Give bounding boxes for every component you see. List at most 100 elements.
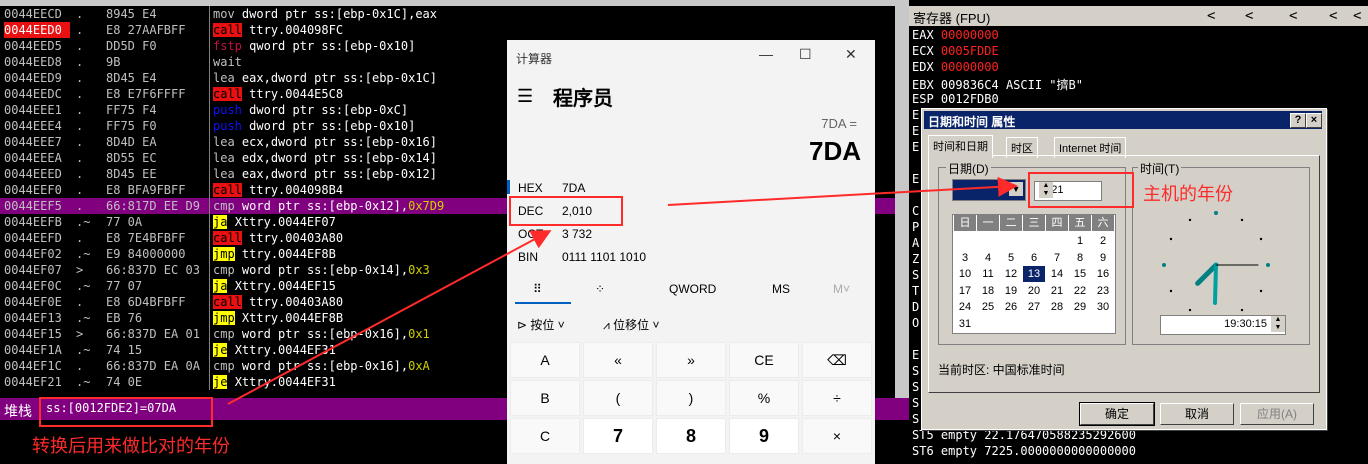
calc-key[interactable]: 7 xyxy=(583,418,653,454)
spinner-arrows-icon[interactable]: ▲ ▼ xyxy=(1271,316,1285,332)
calendar-day[interactable]: 11 xyxy=(977,266,999,282)
register-line[interactable]: EBX 009836C4 ASCII "擠B" xyxy=(912,76,1083,93)
tab-datetime[interactable]: 时间和日期 xyxy=(928,135,993,158)
calendar-day[interactable]: 20 xyxy=(1023,283,1045,299)
cancel-button[interactable]: 取消 xyxy=(1160,403,1234,425)
calendar-day[interactable]: 7 xyxy=(1046,250,1068,266)
tab-underline xyxy=(515,302,571,304)
current-timezone: 当前时区: 中国标准时间 xyxy=(938,363,1065,377)
clock-tick xyxy=(1162,263,1166,267)
minimize-icon[interactable]: — xyxy=(759,46,773,62)
disasm-row[interactable]: 0044EECD. 8945 E4 mov dword ptr ss:[ebp-0x… xyxy=(0,6,895,22)
calculator-window[interactable]: 计算器 — ☐ ✕ ☰ 程序员 7DA = 7DA HEX 7DA DEC 2,010… xyxy=(507,40,875,464)
calendar-day[interactable]: 18 xyxy=(977,283,999,299)
calc-key[interactable]: ⌫ xyxy=(802,342,872,378)
calendar-day[interactable]: 1 xyxy=(1069,233,1091,249)
ok-button[interactable]: 确定 xyxy=(1079,402,1155,426)
calendar-day[interactable]: 27 xyxy=(1023,299,1045,315)
calc-key[interactable]: % xyxy=(729,380,799,416)
calendar-day[interactable]: 24 xyxy=(954,299,976,315)
register-nav-arrow-icon[interactable]: < xyxy=(1289,8,1297,24)
bitwise-dropdown[interactable]: ⊳ 按位 ˅ xyxy=(517,316,565,333)
tab-qword[interactable]: QWORD xyxy=(669,282,716,296)
disasm-operand-imm: 0x3 xyxy=(408,263,430,277)
maximize-icon[interactable]: ☐ xyxy=(799,46,812,63)
calc-key[interactable]: CE xyxy=(729,342,799,378)
fpu-register-line[interactable]: ST6 empty 7225.0000000000000000 xyxy=(912,444,1136,458)
calc-key[interactable]: 9 xyxy=(729,418,799,454)
close-icon[interactable]: ✕ xyxy=(845,46,857,63)
disasm-operands: ecx,dword ptr ss:[ebp-0x16] xyxy=(241,135,437,149)
calendar-day[interactable]: 31 xyxy=(954,316,976,332)
disasm-bytes: FF75 F0 xyxy=(106,119,157,133)
register-line[interactable]: ECX 0005FDDE xyxy=(912,44,999,58)
bitshift-dropdown[interactable]: ⩘ 位移位 ˅ xyxy=(603,316,659,333)
calendar-day[interactable]: 13 xyxy=(1023,266,1045,282)
calendar-day[interactable]: 9 xyxy=(1092,250,1114,266)
hamburger-menu-icon[interactable]: ☰ xyxy=(517,86,533,107)
calendar-day[interactable]: 5 xyxy=(1000,250,1022,266)
calc-key[interactable]: B xyxy=(510,380,580,416)
calendar-day[interactable]: 23 xyxy=(1092,283,1114,299)
calendar-day[interactable]: 2 xyxy=(1092,233,1114,249)
register-line[interactable]: EDX 00000000 xyxy=(912,60,999,74)
calendar-day[interactable]: 28 xyxy=(1046,299,1068,315)
calendar-day[interactable]: 15 xyxy=(1069,266,1091,282)
calendar-day[interactable]: 10 xyxy=(954,266,976,282)
disasm-instruction: call ttry.00403A80 xyxy=(213,294,343,310)
time-spinner[interactable]: 19:30:15 ▲ ▼ xyxy=(1160,315,1286,335)
register-nav-arrow-icon[interactable]: < xyxy=(1207,8,1215,24)
clock-tick xyxy=(1188,308,1192,312)
calendar-day[interactable]: 21 xyxy=(1046,283,1068,299)
keypad-icon[interactable]: ⠿ xyxy=(533,282,542,296)
register-nav-arrow-icon[interactable]: < xyxy=(1353,8,1361,24)
calendar-day[interactable]: 30 xyxy=(1092,299,1114,315)
calc-key[interactable]: A xyxy=(510,342,580,378)
calendar-day[interactable]: 3 xyxy=(954,250,976,266)
calc-key[interactable]: » xyxy=(656,342,726,378)
calendar-day[interactable]: 14 xyxy=(1046,266,1068,282)
month-select[interactable]: ▼ xyxy=(952,179,1026,201)
disasm-instruction: je Xttry.0044EF31 xyxy=(213,374,336,390)
calc-key[interactable]: × xyxy=(802,418,872,454)
calendar-day[interactable]: 25 xyxy=(977,299,999,315)
disasm-operands: ttry.00403A80 xyxy=(249,231,344,245)
disasm-row[interactable]: 0044EED0. E8 27AAFBFF call ttry.004098FC xyxy=(0,22,895,38)
base-row-oct[interactable]: OCT 3 732 xyxy=(507,223,875,245)
fpu-register-line[interactable]: ST5 empty 22.176470588235292600 xyxy=(912,428,1136,442)
calendar-day[interactable]: 19 xyxy=(1000,283,1022,299)
register-line[interactable]: EAX 00000000 xyxy=(912,28,999,42)
bit-toggle-icon[interactable]: ⁘ xyxy=(595,282,605,296)
calc-key[interactable]: ( xyxy=(583,380,653,416)
disasm-marker: . xyxy=(76,167,84,181)
calc-key[interactable]: ÷ xyxy=(802,380,872,416)
calendar-day[interactable]: 4 xyxy=(977,250,999,266)
disasm-operands: ttry.00403A80 xyxy=(249,295,344,309)
datetime-dialog[interactable]: 日期和时间 属性 ? × 时间和日期 时区 Internet 时间 日期(D) … xyxy=(921,108,1327,430)
disasm-marker: .~ xyxy=(76,343,91,357)
register-nav-arrow-icon[interactable]: < xyxy=(1329,8,1337,24)
register-line[interactable]: ESP 0012FDB0 xyxy=(912,92,999,106)
apply-button[interactable]: 应用(A) xyxy=(1240,403,1314,425)
calc-key[interactable]: ) xyxy=(656,380,726,416)
calendar-day[interactable]: 12 xyxy=(1000,266,1022,282)
calc-key[interactable]: 8 xyxy=(656,418,726,454)
calendar-day[interactable]: 8 xyxy=(1069,250,1091,266)
calendar-day[interactable]: 16 xyxy=(1092,266,1114,282)
calendar-day[interactable]: 26 xyxy=(1000,299,1022,315)
calendar-day[interactable]: 29 xyxy=(1069,299,1091,315)
calc-key[interactable]: « xyxy=(583,342,653,378)
base-row-bin[interactable]: BIN 0111 1101 1010 xyxy=(507,246,875,268)
calendar-grid[interactable]: 日一二三四五六 1 2 3 4 5 6 7 8 9 10 11 12 13 14 15 16 17 18 19 20 21… xyxy=(952,214,1116,334)
calendar-day[interactable]: 6 xyxy=(1023,250,1045,266)
chevron-down-icon[interactable]: ▼ xyxy=(1009,182,1023,196)
disasm-scrollbar[interactable] xyxy=(895,0,909,398)
tab-m[interactable]: M˅ xyxy=(833,282,850,296)
dialog-close-button[interactable]: × xyxy=(1306,113,1322,128)
calc-key[interactable]: C xyxy=(510,418,580,454)
help-button[interactable]: ? xyxy=(1290,113,1306,128)
calendar-day[interactable]: 22 xyxy=(1069,283,1091,299)
register-nav-arrow-icon[interactable]: < xyxy=(1245,8,1253,24)
tab-ms[interactable]: MS xyxy=(772,282,790,296)
calendar-day[interactable]: 17 xyxy=(954,283,976,299)
